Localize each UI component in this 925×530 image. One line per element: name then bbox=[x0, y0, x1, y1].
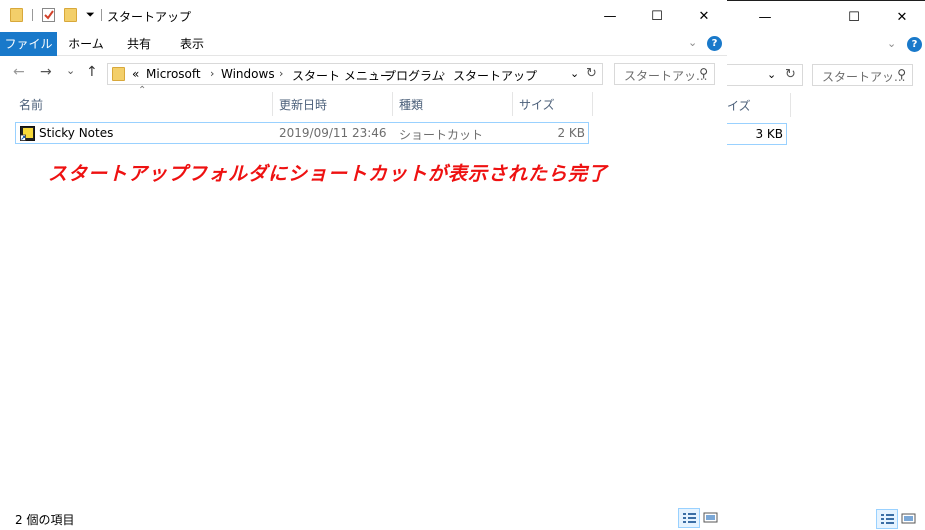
column-name[interactable]: 名前 bbox=[19, 90, 43, 116]
tab-share[interactable]: 共有 bbox=[116, 32, 162, 56]
close-button[interactable]: ✕ bbox=[681, 0, 727, 32]
sticky-notes-icon bbox=[20, 126, 35, 141]
status-item-count: 2 個の項目 bbox=[15, 513, 75, 527]
titlebar-separator bbox=[32, 9, 33, 21]
details-view-icon bbox=[683, 513, 696, 523]
breadcrumb-overflow[interactable]: « bbox=[132, 67, 139, 81]
column-divider[interactable] bbox=[272, 92, 273, 116]
window-title: スタートアップ bbox=[107, 10, 192, 24]
back-address-dropdown-icon[interactable]: ⌄ bbox=[767, 68, 776, 81]
details-view-icon bbox=[881, 514, 894, 524]
back-file-size: 3 KB bbox=[755, 127, 783, 141]
back-help-icon[interactable]: ? bbox=[907, 37, 922, 52]
table-row[interactable]: Sticky Notes 2019/09/11 23:46 ショートカット 2 … bbox=[15, 122, 589, 144]
breadcrumb-microsoft[interactable]: Microsoft bbox=[146, 67, 201, 81]
background-explorer-window[interactable]: — ☐ ✕ ⌄ ? ⌄ ↻ スタートアッ... ⚲ イズ 3 KB bbox=[727, 0, 925, 530]
breadcrumb-separator-icon[interactable]: › bbox=[210, 67, 214, 80]
search-icon: ⚲ bbox=[699, 66, 708, 80]
titlebar-separator bbox=[101, 9, 102, 21]
column-type[interactable]: 種類 bbox=[399, 90, 423, 116]
breadcrumb-start-menu[interactable]: スタート メニュー bbox=[292, 67, 392, 84]
back-column-divider[interactable] bbox=[790, 93, 791, 117]
sort-up-icon: ⌃ bbox=[138, 85, 147, 96]
recent-locations-icon[interactable]: ⌄ bbox=[66, 64, 75, 77]
back-details-view-button[interactable] bbox=[876, 509, 898, 529]
file-size: 2 KB bbox=[557, 126, 585, 140]
tab-file[interactable]: ファイル bbox=[0, 32, 57, 56]
ribbon: ファイル ホーム 共有 表示 ⌄ ? bbox=[0, 32, 727, 56]
breadcrumb-separator-icon[interactable]: › bbox=[372, 67, 376, 80]
back-search-input[interactable]: スタートアッ... ⚲ bbox=[812, 64, 913, 86]
up-arrow-icon[interactable]: ↑ bbox=[86, 64, 98, 80]
new-folder-icon[interactable] bbox=[64, 8, 77, 22]
back-search-icon: ⚲ bbox=[897, 67, 906, 81]
back-close-button[interactable]: ✕ bbox=[879, 1, 925, 33]
column-divider[interactable] bbox=[392, 92, 393, 116]
forward-arrow-icon[interactable]: → bbox=[40, 64, 52, 80]
column-divider[interactable] bbox=[512, 92, 513, 116]
tab-home[interactable]: ホーム bbox=[62, 32, 110, 56]
annotation-text: スタートアップフォルダにショートカットが表示されたら完了 bbox=[48, 163, 609, 185]
file-modified: 2019/09/11 23:46 bbox=[279, 126, 387, 140]
column-divider[interactable] bbox=[592, 92, 593, 116]
tab-view[interactable]: 表示 bbox=[168, 32, 216, 56]
column-size[interactable]: サイズ bbox=[519, 90, 555, 116]
titlebar: ⏷ スタートアップ — ☐ ✕ bbox=[0, 0, 727, 32]
breadcrumb-startup[interactable]: スタートアップ bbox=[453, 67, 537, 84]
back-arrow-icon[interactable]: ← bbox=[13, 64, 25, 80]
back-file-row[interactable]: 3 KB bbox=[727, 123, 787, 145]
back-refresh-icon[interactable]: ↻ bbox=[785, 67, 796, 82]
details-view-button[interactable] bbox=[678, 508, 700, 528]
address-folder-icon bbox=[112, 67, 125, 81]
breadcrumb-windows[interactable]: Windows bbox=[221, 67, 275, 81]
column-date-modified[interactable]: 更新日時 bbox=[279, 90, 327, 116]
back-column-size[interactable]: イズ bbox=[727, 91, 751, 117]
back-titlebar: — ☐ ✕ bbox=[727, 1, 925, 33]
back-navbar: ⌄ ↻ スタートアッ... ⚲ bbox=[727, 57, 925, 91]
search-input[interactable]: スタートアッ... ⚲ bbox=[614, 63, 715, 85]
back-minimize-button[interactable]: — bbox=[742, 1, 788, 33]
large-icons-view-button[interactable] bbox=[701, 508, 723, 528]
address-bar[interactable]: « Microsoft › Windows › スタート メニュー › プログラ… bbox=[107, 63, 603, 85]
file-type: ショートカット bbox=[399, 128, 484, 142]
navigation-bar: ← → ⌄ ↑ « Microsoft › Windows › スタート メニュ… bbox=[0, 56, 727, 90]
customize-toolbar-icon[interactable]: ⏷ bbox=[86, 8, 95, 22]
ribbon-expand-icon[interactable]: ⌄ bbox=[688, 36, 697, 49]
help-icon[interactable]: ? bbox=[707, 36, 722, 51]
file-name: Sticky Notes bbox=[39, 126, 114, 140]
breadcrumb-programs[interactable]: プログラム bbox=[384, 67, 444, 84]
refresh-icon[interactable]: ↻ bbox=[586, 66, 597, 81]
large-icons-view-icon bbox=[703, 512, 718, 523]
back-large-icons-view-button[interactable] bbox=[899, 509, 921, 529]
explorer-window[interactable]: ⏷ スタートアップ — ☐ ✕ ファイル ホーム 共有 表示 ⌄ ? ← → ⌄… bbox=[0, 0, 727, 530]
address-dropdown-icon[interactable]: ⌄ bbox=[570, 67, 579, 80]
folder-icon bbox=[10, 8, 23, 22]
back-address-bar[interactable]: ⌄ ↻ bbox=[727, 64, 803, 86]
large-icons-view-icon bbox=[901, 513, 916, 524]
back-ribbon: ⌄ ? bbox=[727, 33, 925, 57]
back-maximize-button[interactable]: ☐ bbox=[831, 1, 877, 33]
breadcrumb-separator-icon[interactable]: › bbox=[441, 67, 445, 80]
properties-icon[interactable] bbox=[42, 8, 55, 22]
minimize-button[interactable]: — bbox=[587, 0, 633, 32]
maximize-button[interactable]: ☐ bbox=[634, 0, 680, 32]
breadcrumb-separator-icon[interactable]: › bbox=[279, 67, 283, 80]
back-ribbon-expand-icon[interactable]: ⌄ bbox=[887, 37, 896, 50]
